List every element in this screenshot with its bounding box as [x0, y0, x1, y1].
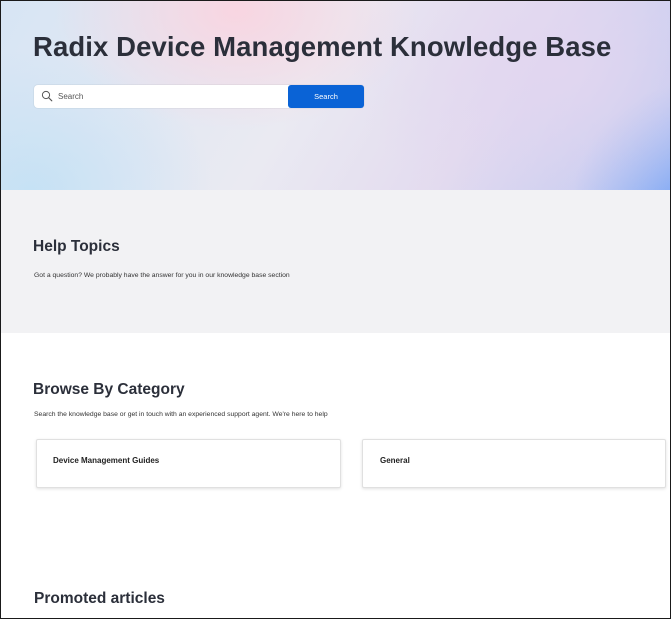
- page-title: Radix Device Management Knowledge Base: [33, 31, 612, 62]
- browse-by-category-title: Browse By Category: [33, 381, 185, 398]
- help-topics-subtitle: Got a question? We probably have the ans…: [34, 272, 290, 279]
- search-bar: Search: [34, 85, 364, 108]
- search-input[interactable]: [58, 85, 286, 108]
- help-topics-title: Help Topics: [33, 238, 120, 255]
- category-card-label: General: [380, 456, 410, 465]
- search-button[interactable]: Search: [288, 85, 364, 108]
- promoted-articles-title: Promoted articles: [34, 590, 165, 607]
- browse-by-category-subtitle: Search the knowledge base or get in touc…: [34, 411, 328, 418]
- search-icon: [41, 90, 53, 102]
- category-card-label: Device Management Guides: [53, 456, 160, 465]
- knowledge-base-page: Radix Device Management Knowledge Base S…: [0, 0, 671, 619]
- category-card-device-management-guides[interactable]: Device Management Guides: [36, 439, 341, 488]
- hero-banner: Radix Device Management Knowledge Base S…: [1, 1, 670, 190]
- category-card-general[interactable]: General: [362, 439, 666, 488]
- help-topics-section: Help Topics Got a question? We probably …: [1, 190, 670, 333]
